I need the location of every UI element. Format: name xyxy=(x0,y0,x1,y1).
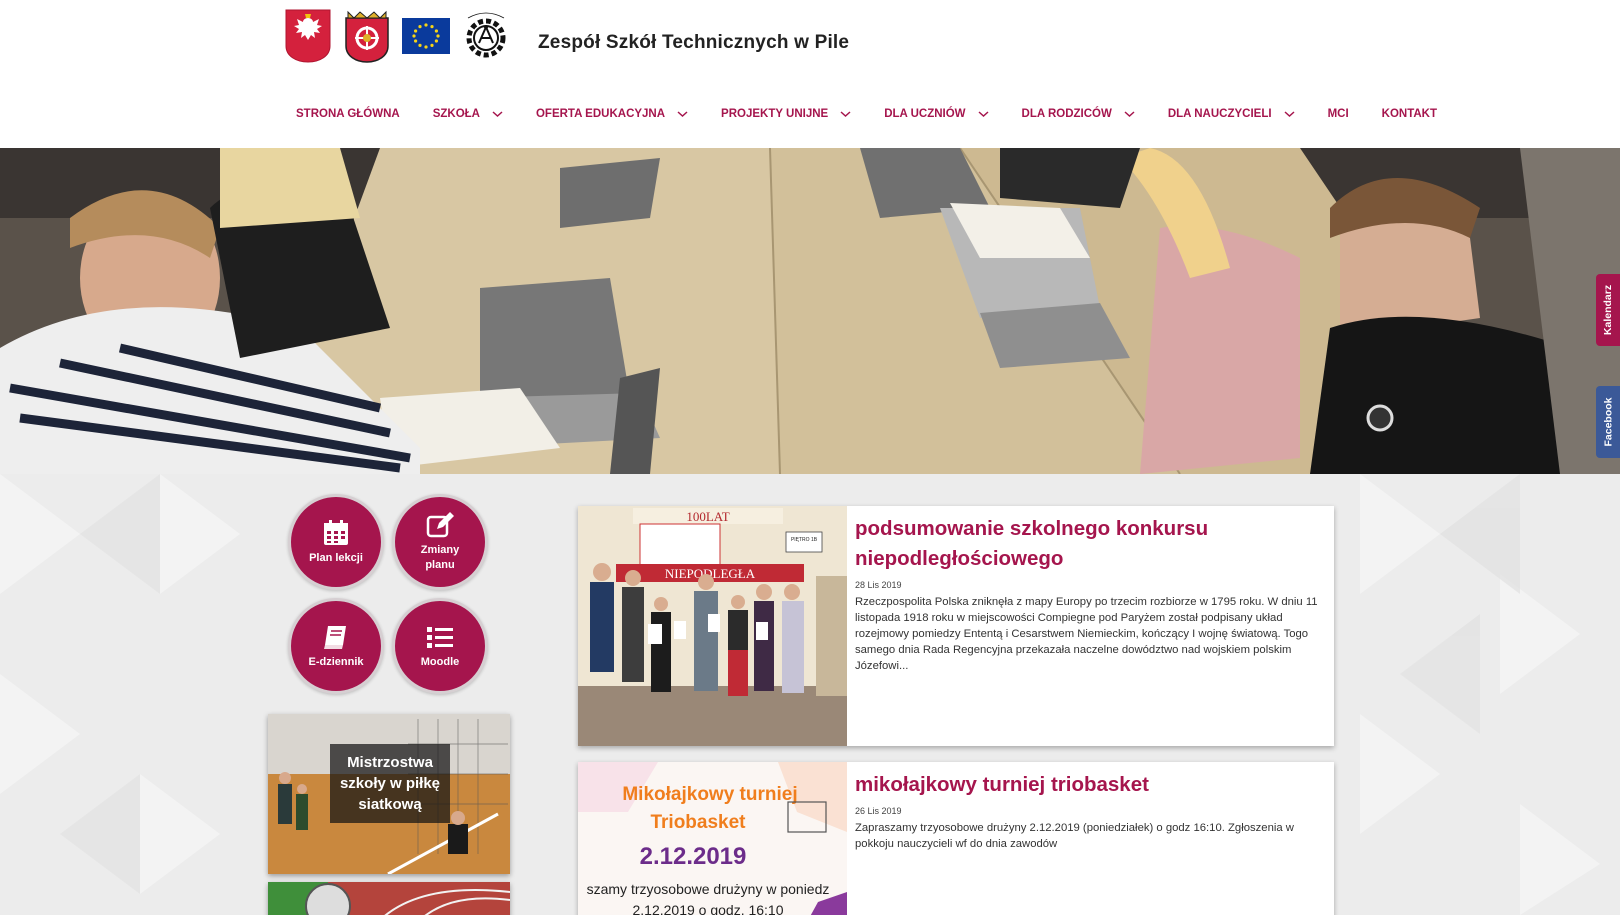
nav-label: DLA UCZNIÓW xyxy=(884,108,966,120)
plan-lekcji-label: Plan lekcji xyxy=(309,551,363,564)
nav-item-kontakt[interactable]: KONTAKT xyxy=(1382,108,1437,120)
poland-eagle-emblem-icon[interactable] xyxy=(284,8,332,64)
chevron-down-icon xyxy=(492,111,503,118)
list-icon xyxy=(427,626,453,648)
chevron-down-icon xyxy=(840,111,851,118)
plan-lekcji-button[interactable]: Plan lekcji xyxy=(288,494,384,590)
calendar-tab-label: Kalendarz xyxy=(1602,284,1614,336)
nav-item-szkola[interactable]: SZKOŁA xyxy=(433,108,503,120)
article-image[interactable]: 100LAT NIEPODLEGŁA PIĘTRO 1B xyxy=(578,506,847,746)
article-photo-group-illustration: 100LAT NIEPODLEGŁA PIĘTRO 1B xyxy=(578,506,847,746)
nav-label: DLA NAUCZYCIELI xyxy=(1167,108,1272,120)
site-title[interactable]: Zespół Szkół Technicznych w Pile xyxy=(538,32,849,54)
nav-label: KONTAKT xyxy=(1381,108,1438,120)
volleyball-promo-tile[interactable]: Mistrzostwa szkoły w piłkę siatkową xyxy=(268,714,510,874)
eu-flag-icon[interactable] xyxy=(402,18,450,54)
nav-label: PROJEKTY UNIJNE xyxy=(721,108,829,120)
article-excerpt: Zapraszamy trzyosobowe drużyny 2.12.2019… xyxy=(855,822,1294,850)
poster-date: 2.12.2019 xyxy=(640,843,747,870)
article-date: 28 Lis 2019 xyxy=(855,580,902,590)
article-body: mikołajkowy turniej triobasket 26 Lis 20… xyxy=(855,770,1326,852)
nav-label: DLA RODZICÓW xyxy=(1021,108,1112,120)
nav-item-mci[interactable]: MCI xyxy=(1328,108,1349,120)
moodle-label: Moodle xyxy=(420,655,460,668)
main-nav: STRONA GŁÓWNA SZKOŁA OFERTA EDUKACYJNA P… xyxy=(296,104,1470,124)
stopwatch-track-illustration xyxy=(268,882,510,915)
triobasket-poster-illustration: Mikołajkowy turniej Triobasket 2.12.2019… xyxy=(578,762,847,915)
article-title-link[interactable]: podsumowanie szkolnego konkursu niepodle… xyxy=(855,514,1326,574)
image-text-pietro: PIĘTRO 1B xyxy=(791,537,818,543)
zmiany-planu-button[interactable]: Zmiany planu xyxy=(392,494,488,590)
poster-line1: Mikołajkowy turniej xyxy=(622,784,797,805)
nav-label: MCI xyxy=(1327,108,1349,120)
nav-item-dla-uczniow[interactable]: DLA UCZNIÓW xyxy=(884,108,989,120)
image-text-100lat: 100LAT xyxy=(686,509,729,524)
poster-line2: Triobasket xyxy=(650,812,746,833)
site-header: Zespół Szkół Technicznych w Pile STRONA … xyxy=(0,0,1620,148)
page: Zespół Szkół Technicznych w Pile STRONA … xyxy=(0,0,1620,915)
edit-icon xyxy=(426,512,454,538)
article-date: 26 Lis 2019 xyxy=(855,806,902,816)
e-dziennik-button[interactable]: E-dziennik xyxy=(288,598,384,694)
chevron-down-icon xyxy=(1284,111,1295,118)
nav-item-oferta-edukacyjna[interactable]: OFERTA EDUKACYJNA xyxy=(536,108,688,120)
pila-coat-of-arms-icon[interactable] xyxy=(342,8,392,64)
poster-line3: szamy trzyosobowe drużyny w poniedz xyxy=(587,881,830,897)
facebook-tab-label: Facebook xyxy=(1602,397,1615,447)
nav-item-strona-glowna[interactable]: STRONA GŁÓWNA xyxy=(296,108,400,120)
nav-label: STRONA GŁÓWNA xyxy=(296,108,400,120)
main-content: Plan lekcji Zmiany planu E-dziennik Mood… xyxy=(0,474,1620,915)
calendar-side-tab[interactable]: Kalendarz xyxy=(1596,274,1620,346)
chevron-down-icon xyxy=(978,111,989,118)
sport-promo-tile[interactable] xyxy=(268,882,510,915)
chevron-down-icon xyxy=(677,111,688,118)
poster-line4: 2.12.2019 o godz. 16:10 xyxy=(632,902,783,915)
chevron-down-icon xyxy=(1124,111,1135,118)
nav-label: SZKOŁA xyxy=(432,108,480,120)
school-gear-logo-icon[interactable] xyxy=(460,10,512,62)
article-image[interactable]: Mikołajkowy turniej Triobasket 2.12.2019… xyxy=(578,762,847,915)
zmiany-planu-label: Zmiany planu xyxy=(420,544,460,571)
article-excerpt: Rzeczpospolita Polska zniknęła z mapy Eu… xyxy=(855,596,1318,672)
news-article: 100LAT NIEPODLEGŁA PIĘTRO 1B podsumowani… xyxy=(578,506,1334,746)
logo-row xyxy=(284,8,512,64)
e-dziennik-label: E-dziennik xyxy=(308,655,364,668)
book-icon xyxy=(324,625,346,649)
hero-photo xyxy=(0,148,1620,474)
hero-classroom-illustration xyxy=(0,148,1620,474)
promo-caption: Mistrzostwa szkoły w piłkę siatkową xyxy=(330,744,450,823)
nav-item-projekty-unijne[interactable]: PROJEKTY UNIJNE xyxy=(721,108,851,120)
article-title-link[interactable]: mikołajkowy turniej triobasket xyxy=(855,770,1326,800)
nav-item-dla-nauczycieli[interactable]: DLA NAUCZYCIELI xyxy=(1168,108,1295,120)
nav-label: OFERTA EDUKACYJNA xyxy=(535,108,666,120)
facebook-side-tab[interactable]: Facebook xyxy=(1596,386,1620,458)
nav-item-dla-rodzicow[interactable]: DLA RODZICÓW xyxy=(1022,108,1135,120)
news-article: Mikołajkowy turniej Triobasket 2.12.2019… xyxy=(578,762,1334,915)
calendar-icon xyxy=(324,519,348,545)
article-body: podsumowanie szkolnego konkursu niepodle… xyxy=(855,514,1326,674)
moodle-button[interactable]: Moodle xyxy=(392,598,488,694)
